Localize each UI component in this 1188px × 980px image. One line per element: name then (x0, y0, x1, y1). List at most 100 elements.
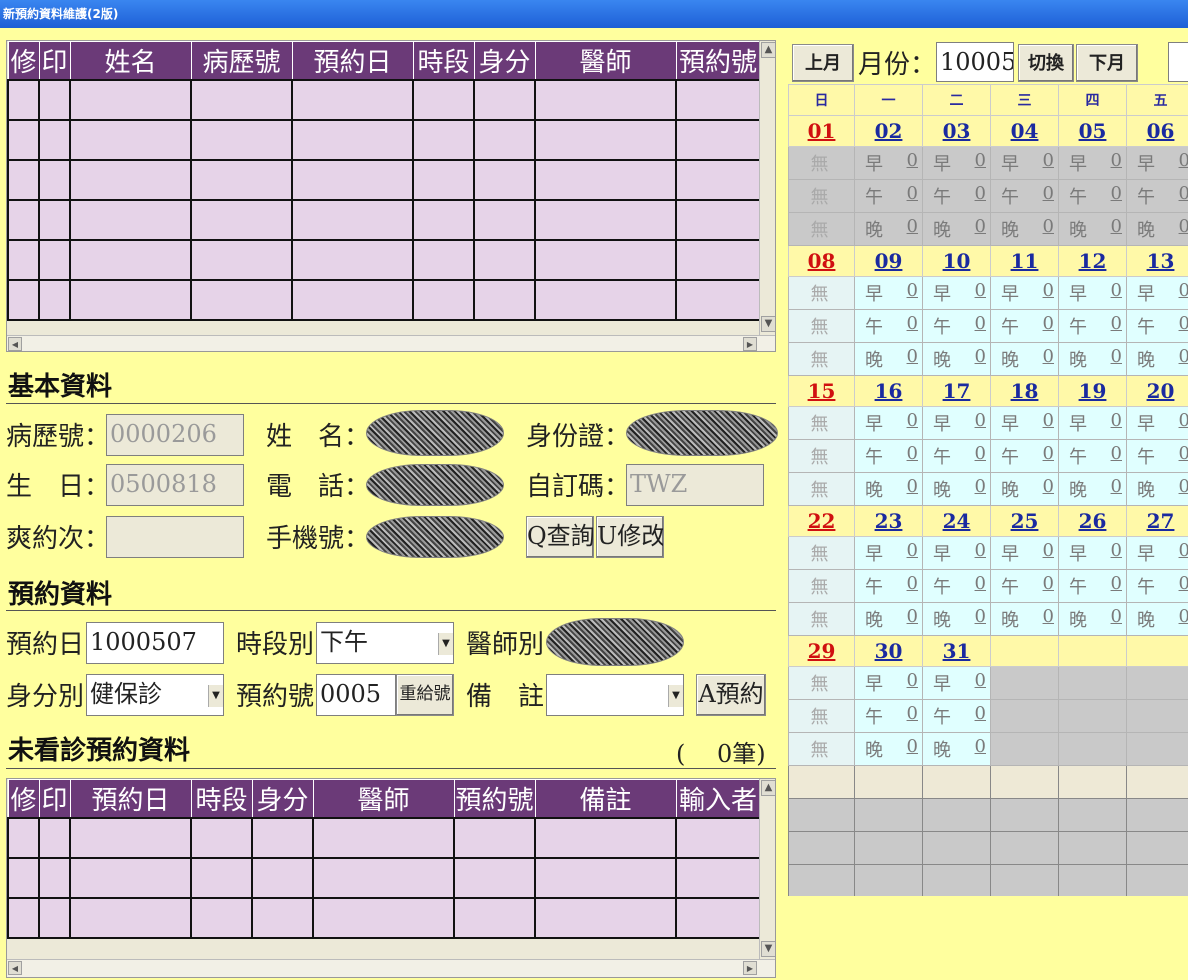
date-cell[interactable]: 03 (922, 115, 991, 147)
birth-field[interactable]: 0500818 (106, 464, 244, 506)
date-cell[interactable]: 01 (788, 115, 855, 147)
table-cell[interactable] (534, 897, 677, 939)
calendar-extra-input[interactable] (1168, 42, 1188, 82)
slot-cell[interactable]: 午0 (854, 439, 923, 473)
table-cell[interactable] (69, 897, 192, 939)
book-button[interactable]: A預約 (696, 674, 766, 716)
table-cell[interactable] (69, 199, 192, 241)
table-cell[interactable] (675, 239, 761, 281)
slot-cell[interactable]: 晚0 (1126, 472, 1188, 506)
date-link[interactable]: 08 (808, 249, 836, 273)
table-cell[interactable] (7, 817, 40, 859)
slot-cell[interactable]: 晚0 (922, 342, 991, 376)
table-cell[interactable] (534, 79, 677, 121)
table-cell[interactable] (291, 239, 414, 281)
slot-cell[interactable]: 晚0 (922, 602, 991, 636)
chevron-down-icon[interactable]: ▼ (668, 685, 683, 707)
date-cell[interactable]: 31 (922, 635, 991, 667)
table-cell[interactable] (69, 119, 192, 161)
slot-cell[interactable]: 晚0 (1058, 472, 1127, 506)
date-cell[interactable]: 25 (990, 505, 1059, 537)
table-cell[interactable] (675, 199, 761, 241)
slot-cell[interactable]: 早0 (1058, 406, 1127, 440)
slot-cell[interactable]: 早0 (854, 146, 923, 180)
date-link[interactable]: 18 (1011, 379, 1039, 403)
date-cell[interactable]: 02 (854, 115, 923, 147)
date-cell[interactable]: 23 (854, 505, 923, 537)
slot-cell[interactable]: 午0 (854, 569, 923, 603)
slot-cell[interactable]: 早0 (1058, 536, 1127, 570)
table-cell[interactable] (251, 857, 314, 899)
table-cell[interactable] (190, 279, 293, 321)
table-cell[interactable] (675, 817, 761, 859)
slot-cell[interactable]: 早0 (1126, 276, 1188, 310)
date-link[interactable]: 30 (875, 639, 903, 663)
slot-cell[interactable]: 晚0 (1126, 602, 1188, 636)
slot-cell[interactable]: 晚0 (854, 472, 923, 506)
date-cell[interactable]: 29 (788, 635, 855, 667)
table-cell[interactable] (291, 199, 414, 241)
table-cell[interactable] (534, 817, 677, 859)
date-cell[interactable]: 18 (990, 375, 1059, 407)
slot-cell[interactable]: 早0 (1058, 276, 1127, 310)
scroll-left-icon[interactable]: ◀ (8, 961, 22, 975)
date-cell[interactable]: 20 (1126, 375, 1188, 407)
slot-cell[interactable]: 早0 (854, 536, 923, 570)
top-grid-vscroll[interactable]: ▲ ▼ (759, 41, 775, 335)
note-select[interactable]: ▼ (546, 674, 684, 716)
slot-cell[interactable]: 早0 (922, 276, 991, 310)
slot-cell[interactable]: 午0 (922, 699, 991, 733)
slot-cell[interactable]: 午0 (854, 699, 923, 733)
table-cell[interactable] (453, 857, 536, 899)
slot-cell[interactable]: 晚0 (854, 212, 923, 246)
table-cell[interactable] (675, 897, 761, 939)
slot-cell[interactable]: 晚0 (854, 602, 923, 636)
slot-cell[interactable]: 晚0 (990, 342, 1059, 376)
column-header[interactable]: 修 (7, 779, 40, 819)
date-link[interactable]: 22 (808, 509, 836, 533)
slot-cell[interactable]: 午0 (1058, 439, 1127, 473)
date-link[interactable]: 03 (943, 119, 971, 143)
date-link[interactable]: 11 (1011, 249, 1039, 273)
slot-cell[interactable]: 午0 (1058, 569, 1127, 603)
appt-date-input[interactable]: 1000507 (86, 622, 224, 664)
column-header[interactable]: 預約日 (291, 41, 414, 81)
date-cell[interactable]: 30 (854, 635, 923, 667)
date-cell[interactable]: 22 (788, 505, 855, 537)
slot-cell[interactable]: 早0 (854, 666, 923, 700)
table-row[interactable] (7, 279, 761, 321)
table-cell[interactable] (38, 279, 71, 321)
table-cell[interactable] (251, 897, 314, 939)
slot-cell[interactable]: 早0 (922, 536, 991, 570)
slot-cell[interactable]: 晚0 (990, 602, 1059, 636)
table-cell[interactable] (675, 857, 761, 899)
date-link[interactable]: 25 (1011, 509, 1039, 533)
column-header[interactable]: 預約日 (69, 779, 192, 819)
table-cell[interactable] (473, 159, 536, 201)
table-cell[interactable] (7, 897, 40, 939)
table-cell[interactable] (534, 239, 677, 281)
table-cell[interactable] (38, 119, 71, 161)
table-cell[interactable] (312, 897, 455, 939)
next-month-button[interactable]: 下月 (1076, 44, 1138, 82)
slot-cell[interactable]: 早0 (922, 406, 991, 440)
column-header[interactable]: 預約號 (453, 779, 536, 819)
table-cell[interactable] (190, 239, 293, 281)
custom-code-field[interactable]: TWZ (626, 464, 764, 506)
table-cell[interactable] (675, 279, 761, 321)
table-cell[interactable] (312, 817, 455, 859)
pending-grid-hscroll[interactable]: ◀ ▶ (7, 959, 775, 977)
slot-cell[interactable]: 晚0 (1126, 212, 1188, 246)
date-link[interactable]: 02 (875, 119, 903, 143)
table-cell[interactable] (7, 279, 40, 321)
column-header[interactable]: 印 (38, 779, 71, 819)
column-header[interactable]: 印 (38, 41, 71, 81)
table-cell[interactable] (251, 817, 314, 859)
column-header[interactable]: 預約號 (675, 41, 761, 81)
slot-cell[interactable]: 晚0 (990, 212, 1059, 246)
slot-cell[interactable]: 午0 (990, 569, 1059, 603)
date-cell[interactable]: 11 (990, 245, 1059, 277)
table-cell[interactable] (534, 159, 677, 201)
column-header[interactable]: 身分 (251, 779, 314, 819)
date-link[interactable]: 01 (808, 119, 836, 143)
